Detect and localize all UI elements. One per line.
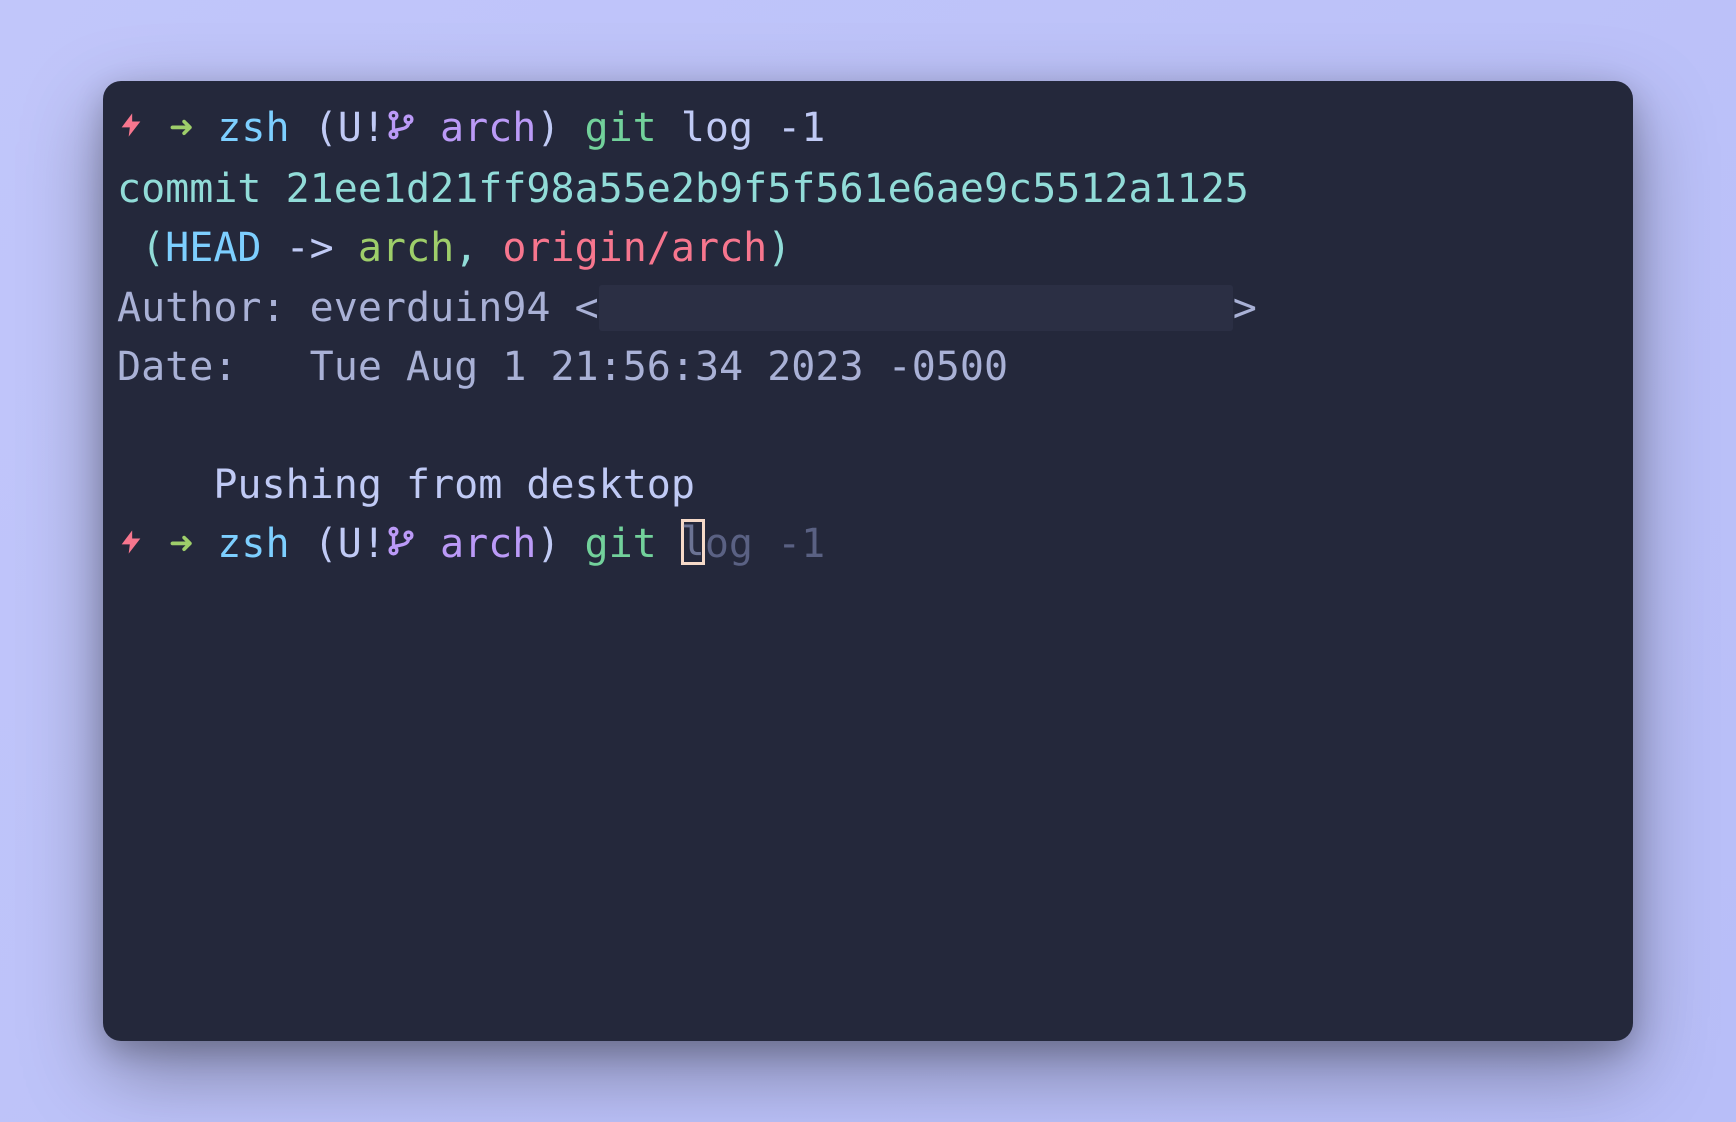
- git-branch-icon: [386, 105, 416, 151]
- autosuggestion: og -1: [705, 521, 825, 567]
- remote-branch: origin/arch: [502, 225, 767, 271]
- command-git: git: [585, 521, 657, 567]
- ref-arrow: ->: [262, 225, 358, 271]
- status-open: (: [314, 521, 338, 567]
- git-status-flags: U!: [338, 521, 386, 567]
- author-name: everduin94: [310, 285, 551, 331]
- author-line: Author: everduin94 < >: [117, 279, 1619, 338]
- head-ref: HEAD: [165, 225, 261, 271]
- status-open: (: [314, 105, 338, 151]
- commit-message: Pushing from desktop: [213, 462, 695, 508]
- blank-line: [117, 397, 1619, 456]
- local-branch: arch: [358, 225, 454, 271]
- status-close: ): [536, 105, 560, 151]
- author-label: Author:: [117, 285, 310, 331]
- refs-open: (: [117, 225, 165, 271]
- message-indent: [117, 462, 213, 508]
- commit-hash: 21ee1d21ff98a55e2b9f5f561e6ae9c5512a1125: [286, 166, 1249, 212]
- shell-name: zsh: [217, 105, 289, 151]
- status-close: ): [536, 521, 560, 567]
- commit-label: commit: [117, 166, 286, 212]
- refs-close: ): [767, 225, 791, 271]
- commit-line: commit 21ee1d21ff98a55e2b9f5f561e6ae9c55…: [117, 160, 1619, 219]
- typed-input[interactable]: [657, 521, 681, 567]
- author-close: >: [1233, 285, 1257, 331]
- terminal-cursor[interactable]: l: [681, 519, 705, 565]
- terminal-window[interactable]: ➜ zsh (U! arch) git log -1 commit 21ee1d…: [103, 81, 1633, 1041]
- command-git: git: [585, 105, 657, 151]
- prompt-line-1: ➜ zsh (U! arch) git log -1: [117, 99, 1619, 160]
- date-line: Date: Tue Aug 1 21:56:34 2023 -0500: [117, 338, 1619, 397]
- refs-comma: ,: [454, 225, 502, 271]
- git-branch-icon: [386, 521, 416, 567]
- author-open: <: [550, 285, 598, 331]
- lightning-icon: [117, 101, 145, 160]
- author-email-redacted: [599, 285, 1233, 331]
- git-branch-name: arch: [440, 521, 536, 567]
- git-status-flags: U!: [338, 105, 386, 151]
- prompt-arrow-icon: ➜: [169, 521, 193, 567]
- prompt-line-2[interactable]: ➜ zsh (U! arch) git log -1: [117, 515, 1619, 576]
- git-branch-name: arch: [440, 105, 536, 151]
- prompt-arrow-icon: ➜: [169, 105, 193, 151]
- commit-message-line: Pushing from desktop: [117, 456, 1619, 515]
- date-value: Tue Aug 1 21:56:34 2023 -0500: [310, 344, 1008, 390]
- refs-line: (HEAD -> arch, origin/arch): [117, 219, 1619, 278]
- shell-name: zsh: [217, 521, 289, 567]
- command-args: log -1: [681, 105, 826, 151]
- date-label: Date:: [117, 344, 310, 390]
- cursor-char: l: [684, 522, 702, 562]
- lightning-icon: [117, 517, 145, 576]
